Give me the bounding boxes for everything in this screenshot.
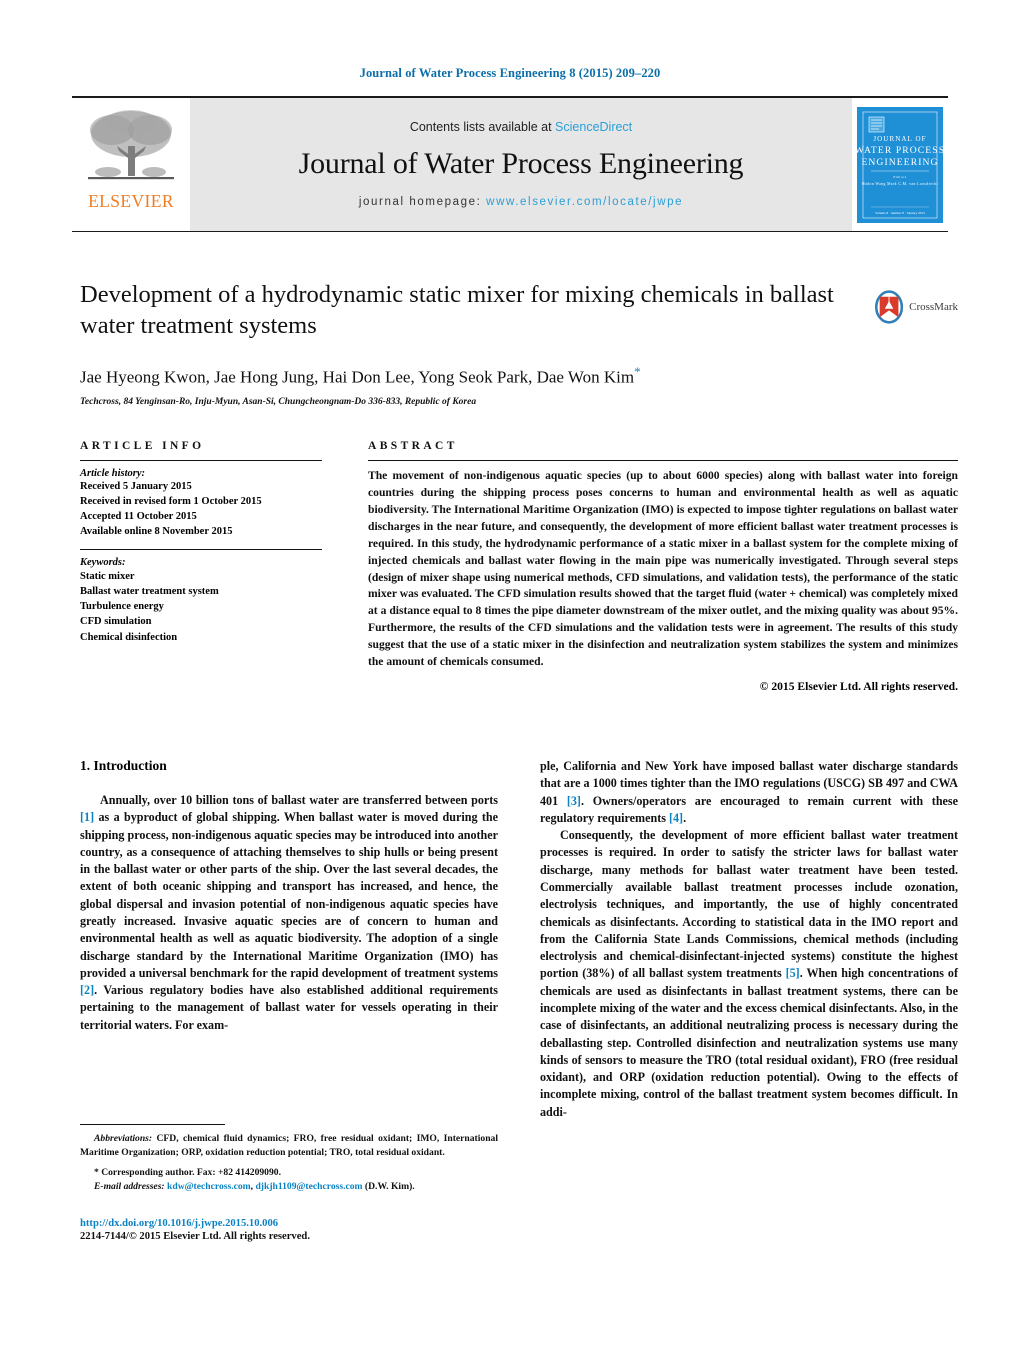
info-and-abstract: ARTICLE INFO Article history: Received 5… — [80, 440, 958, 693]
elsevier-logo: ELSEVIER — [72, 98, 190, 231]
corresponding-marker: * — [94, 1167, 99, 1179]
journal-cover-thumbnail: JOURNAL OF WATER PROCESS ENGINEERING Edi… — [852, 98, 948, 231]
keyword-item: Turbulence energy — [80, 601, 164, 613]
body-columns: 1. Introduction Annually, over 10 billio… — [80, 758, 958, 1121]
divider-rule — [80, 460, 322, 461]
footnote-rule — [80, 1124, 225, 1125]
divider-rule — [368, 460, 958, 461]
citation-link-3[interactable]: [3] — [567, 794, 581, 808]
svg-text:Editors: Editors — [893, 175, 906, 179]
citation-link-4[interactable]: [4] — [669, 811, 683, 825]
email-link-1[interactable]: kdw@techcross.com — [167, 1181, 251, 1192]
article-info-column: ARTICLE INFO Article history: Received 5… — [80, 440, 322, 693]
footnote-corresponding: * Corresponding author. Fax: +82 4142090… — [80, 1166, 498, 1180]
body-column-right: ple, California and New York have impose… — [540, 758, 958, 1121]
intro-right-text-c: . — [683, 810, 687, 825]
intro-paragraph-2: Consequently, the development of more ef… — [540, 827, 958, 1121]
crossmark-badge[interactable]: CrossMark — [872, 285, 958, 329]
article-history-label: Article history: — [80, 468, 146, 479]
divider-rule — [80, 548, 322, 550]
intro-right2-text-b: . When high concentrations of chemicals … — [540, 966, 958, 1119]
contents-prefix: Contents lists available at — [409, 119, 556, 134]
article-history-item: Available online 8 November 2015 — [80, 525, 233, 537]
intro-text-c: . Various regulatory bodies have also es… — [80, 983, 498, 1032]
abbreviations-label: Abbreviations: — [94, 1133, 153, 1144]
corresponding-author-marker[interactable]: * — [634, 364, 641, 379]
intro-text-b: as a byproduct of global shipping. When … — [80, 810, 498, 980]
column-gap — [322, 440, 368, 693]
elsevier-wordmark: ELSEVIER — [88, 191, 174, 211]
keywords-label: Keywords: — [80, 556, 126, 568]
article-history-item: Received in revised form 1 October 2015 — [80, 495, 262, 507]
footnotes-block: Abbreviations: CFD, chemical fluid dynam… — [80, 1124, 498, 1193]
abstract-body: The movement of non-indigenous aquatic s… — [368, 469, 958, 669]
intro-text-a: Annually, over 10 billion tons of ballas… — [100, 793, 498, 807]
paper-title: Development of a hydrodynamic static mix… — [80, 281, 834, 339]
footnote-abbreviations: Abbreviations: CFD, chemical fluid dynam… — [80, 1132, 498, 1159]
keyword-item: Static mixer — [80, 570, 135, 582]
intro-paragraph-1-cont: ple, California and New York have impose… — [540, 758, 958, 827]
doi-block: http://dx.doi.org/10.1016/j.jwpe.2015.10… — [80, 1218, 580, 1242]
contents-available-line: Contents lists available at ScienceDirec… — [410, 120, 632, 134]
doi-link[interactable]: http://dx.doi.org/10.1016/j.jwpe.2015.10… — [80, 1218, 580, 1229]
svg-text:JOURNAL OF: JOURNAL OF — [873, 135, 926, 143]
svg-text:ENGINEERING: ENGINEERING — [861, 157, 938, 168]
elsevier-tree-icon — [88, 110, 174, 180]
article-info-heading: ARTICLE INFO — [80, 440, 205, 452]
column-gap — [498, 758, 540, 1121]
affiliation: Techcross, 84 Yenginsan-Ro, Inju-Myun, A… — [80, 397, 477, 408]
svg-text:WATER PROCESS: WATER PROCESS — [857, 145, 943, 156]
citation-link-1[interactable]: [1] — [80, 810, 94, 824]
crossmark-icon[interactable] — [872, 287, 906, 327]
issn-copyright-line: 2214-7144/© 2015 Elsevier Ltd. All right… — [80, 1231, 310, 1242]
journal-masthead: ELSEVIER Contents lists available at Sci… — [72, 96, 948, 232]
journal-homepage-line: journal homepage: www.elsevier.com/locat… — [359, 196, 683, 208]
keyword-item: Ballast water treatment system — [80, 585, 219, 597]
journal-article-page: Journal of Water Process Engineering 8 (… — [0, 0, 1020, 1351]
section-title-introduction: 1. Introduction — [80, 758, 167, 773]
email-addresses-label: E-mail addresses: — [94, 1180, 165, 1192]
svg-text:Volume 8 · number 8 · January: Volume 8 · number 8 · January 2015 — [875, 211, 925, 215]
abstract-heading: ABSTRACT — [368, 440, 458, 452]
homepage-prefix: journal homepage: — [358, 195, 487, 208]
authors-names: Jae Hyeong Kwon, Jae Hong Jung, Hai Don … — [80, 367, 635, 387]
title-block: Development of a hydrodynamic static mix… — [80, 280, 860, 407]
journal-homepage-link[interactable]: www.elsevier.com/locate/jwpe — [486, 196, 683, 208]
intro-paragraph-1: Annually, over 10 billion tons of ballas… — [80, 792, 498, 1034]
journal-title: Journal of Water Process Engineering — [298, 146, 744, 180]
footnote-emails: E-mail addresses: kdw@techcross.com, djk… — [80, 1180, 498, 1194]
body-column-left: 1. Introduction Annually, over 10 billio… — [80, 758, 498, 1121]
keyword-item: CFD simulation — [80, 616, 152, 628]
sciencedirect-link[interactable]: ScienceDirect — [555, 120, 632, 134]
keyword-item: Chemical disinfection — [80, 631, 178, 643]
author-list: Jae Hyeong Kwon, Jae Hong Jung, Hai Don … — [80, 364, 860, 388]
running-head: Journal of Water Process Engineering 8 (… — [359, 66, 661, 80]
abstract-copyright: © 2015 Elsevier Ltd. All rights reserved… — [759, 680, 958, 694]
article-history-item: Received 5 January 2015 — [80, 481, 192, 492]
masthead-center: Contents lists available at ScienceDirec… — [190, 98, 852, 231]
abstract-column: ABSTRACT The movement of non-indigenous … — [368, 440, 958, 693]
article-history-item: Accepted 11 October 2015 — [80, 510, 197, 522]
corresponding-text: Corresponding author. Fax: +82 414209090… — [101, 1167, 281, 1179]
citation-link-2[interactable]: [2] — [80, 983, 94, 997]
intro-right-text-b: . Owners/operators are encouraged to rem… — [540, 793, 958, 825]
email-suffix: (D.W. Kim). — [362, 1180, 415, 1192]
intro-right2-text-a: Consequently, the development of more ef… — [540, 828, 958, 981]
journal-cover-image: JOURNAL OF WATER PROCESS ENGINEERING Edi… — [857, 106, 943, 223]
email-link-2[interactable]: djkjh1109@techcross.com — [255, 1181, 362, 1192]
crossmark-label: CrossMark — [909, 301, 958, 313]
svg-text:Hodon Wang Mark C.M. van Lo: Hodon Wang Mark C.M. van Loosdrecht — [862, 182, 939, 186]
citation-link-5[interactable]: [5] — [786, 966, 800, 980]
